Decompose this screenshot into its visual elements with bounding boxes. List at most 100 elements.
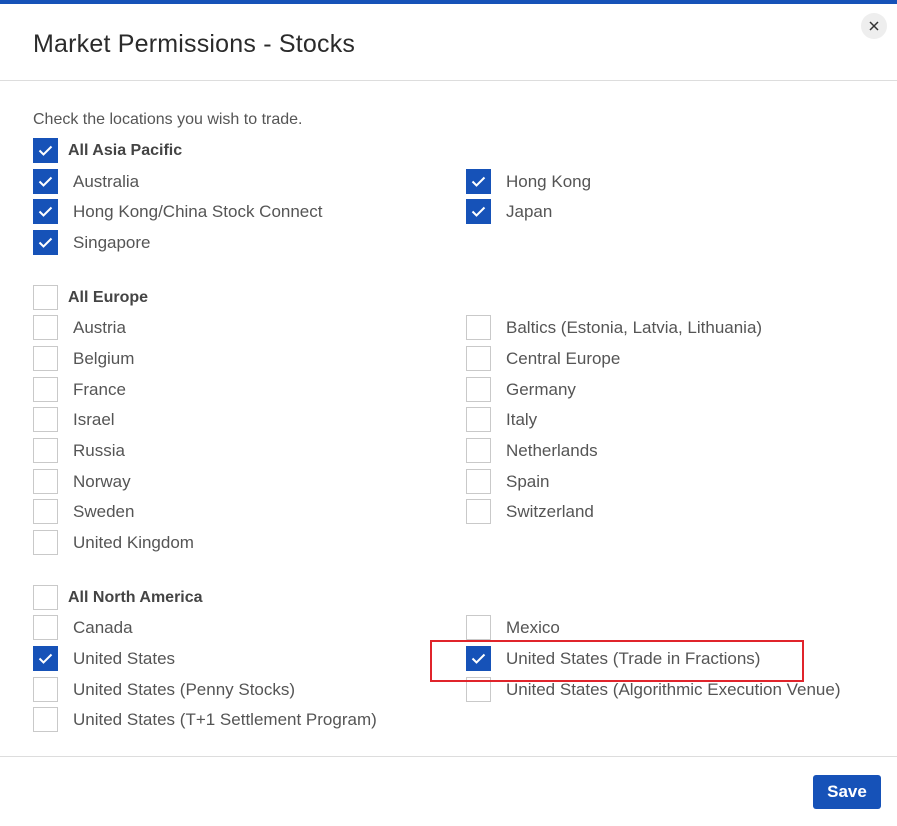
checkmark-icon	[471, 206, 486, 217]
checkbox[interactable]	[33, 346, 58, 371]
market-label: Hong Kong	[506, 171, 592, 191]
market-canada[interactable]: Canada	[33, 615, 133, 640]
market-germany[interactable]: Germany	[466, 377, 576, 402]
checkmark-icon	[38, 237, 53, 248]
checkbox[interactable]	[466, 377, 491, 402]
market-label: Switzerland	[506, 501, 594, 521]
market-spain[interactable]: Spain	[466, 469, 549, 494]
market-netherlands[interactable]: Netherlands	[466, 438, 598, 463]
market-russia[interactable]: Russia	[33, 438, 125, 463]
market-label: Mexico	[506, 617, 560, 637]
checkbox[interactable]	[466, 469, 491, 494]
market-hong-kong[interactable]: Hong Kong	[466, 169, 591, 194]
market-united-states-penny-stocks[interactable]: United States (Penny Stocks)	[33, 677, 295, 702]
save-button[interactable]: Save	[813, 775, 881, 809]
market-central-europe[interactable]: Central Europe	[466, 346, 620, 371]
market-japan[interactable]: Japan	[466, 199, 552, 224]
market-sweden[interactable]: Sweden	[33, 499, 134, 524]
checkbox[interactable]	[33, 407, 58, 432]
market-label: Baltics (Estonia, Latvia, Lithuania)	[506, 317, 763, 337]
market-norway[interactable]: Norway	[33, 469, 131, 494]
checkbox[interactable]	[466, 615, 491, 640]
checkbox[interactable]	[33, 285, 58, 310]
market-label: United States (Trade in Fractions)	[506, 648, 761, 668]
checkbox[interactable]	[33, 469, 58, 494]
checkbox[interactable]	[33, 499, 58, 524]
checkbox[interactable]	[466, 346, 491, 371]
market-italy[interactable]: Italy	[466, 407, 537, 432]
checkbox[interactable]	[33, 377, 58, 402]
dialog-title: Market Permissions - Stocks	[33, 30, 356, 58]
market-united-states-algorithmic-execution-venue[interactable]: United States (Algorithmic Execution Ven…	[466, 677, 841, 702]
market-label: Norway	[73, 471, 131, 491]
market-australia[interactable]: Australia	[33, 169, 139, 194]
checkbox[interactable]	[33, 677, 58, 702]
dialog-footer	[0, 756, 897, 826]
market-label: United States (Penny Stocks)	[73, 679, 296, 699]
checkbox[interactable]	[33, 646, 58, 671]
checkbox[interactable]	[33, 169, 58, 194]
market-label: Australia	[73, 171, 140, 191]
market-belgium[interactable]: Belgium	[33, 346, 134, 371]
close-icon	[869, 21, 879, 31]
checkmark-icon	[38, 176, 53, 187]
market-label: Singapore	[73, 232, 151, 252]
market-united-kingdom[interactable]: United Kingdom	[33, 530, 194, 555]
checkmark-icon	[38, 206, 53, 217]
market-label: Sweden	[73, 501, 135, 521]
market-france[interactable]: France	[33, 377, 126, 402]
checkmark-icon	[38, 145, 53, 156]
group-all-north-america[interactable]: All North America	[33, 585, 203, 610]
checkbox[interactable]	[33, 585, 58, 610]
market-united-states-t1-settlement-program[interactable]: United States (T+1 Settlement Program)	[33, 707, 377, 732]
market-label: Hong Kong/China Stock Connect	[73, 201, 323, 221]
market-label: Italy	[506, 409, 538, 429]
market-switzerland[interactable]: Switzerland	[466, 499, 594, 524]
checkbox[interactable]	[33, 530, 58, 555]
market-label: United States (Algorithmic Execution Ven…	[506, 679, 841, 699]
close-button[interactable]	[861, 13, 887, 39]
market-baltics[interactable]: Baltics (Estonia, Latvia, Lithuania)	[466, 315, 762, 340]
market-label: Spain	[506, 471, 550, 491]
checkbox[interactable]	[466, 407, 491, 432]
checkbox[interactable]	[466, 315, 491, 340]
checkbox[interactable]	[466, 169, 491, 194]
market-label: Russia	[73, 440, 125, 460]
dialog-header: Market Permissions - Stocks	[0, 4, 897, 81]
market-austria[interactable]: Austria	[33, 315, 126, 340]
market-label: Belgium	[73, 348, 135, 368]
checkbox[interactable]	[33, 315, 58, 340]
market-label: United States (T+1 Settlement Program)	[73, 709, 377, 729]
market-label: Central Europe	[506, 348, 621, 368]
checkbox[interactable]	[33, 615, 58, 640]
checkbox[interactable]	[466, 677, 491, 702]
checkmark-icon	[471, 176, 486, 187]
market-label: Germany	[506, 379, 576, 399]
group-label: All Europe	[68, 288, 149, 306]
market-hong-kong-china-stock-connect[interactable]: Hong Kong/China Stock Connect	[33, 199, 323, 224]
checkmark-icon	[471, 653, 486, 664]
checkbox[interactable]	[33, 230, 58, 255]
market-israel[interactable]: Israel	[33, 407, 115, 432]
market-label: United States	[73, 648, 176, 668]
group-all-europe[interactable]: All Europe	[33, 285, 148, 310]
checkbox[interactable]	[466, 438, 491, 463]
checkbox[interactable]	[33, 438, 58, 463]
market-label: France	[73, 379, 126, 399]
checkbox[interactable]	[33, 707, 58, 732]
group-label: All Asia Pacific	[68, 141, 183, 159]
checkbox[interactable]	[466, 646, 491, 671]
market-label: Canada	[73, 617, 133, 637]
group-all-asia-pacific[interactable]: All Asia Pacific	[33, 138, 182, 163]
checkbox[interactable]	[466, 499, 491, 524]
market-united-states[interactable]: United States	[33, 646, 175, 671]
instruction-text: Check the locations you wish to trade.	[33, 111, 303, 128]
market-singapore[interactable]: Singapore	[33, 230, 151, 255]
market-label: United Kingdom	[73, 532, 194, 552]
checkbox[interactable]	[33, 138, 58, 163]
market-united-states-trade-in-fractions[interactable]: United States (Trade in Fractions)	[466, 646, 760, 671]
market-mexico[interactable]: Mexico	[466, 615, 560, 640]
checkbox[interactable]	[33, 199, 58, 224]
checkbox[interactable]	[466, 199, 491, 224]
market-label: Netherlands	[506, 440, 598, 460]
